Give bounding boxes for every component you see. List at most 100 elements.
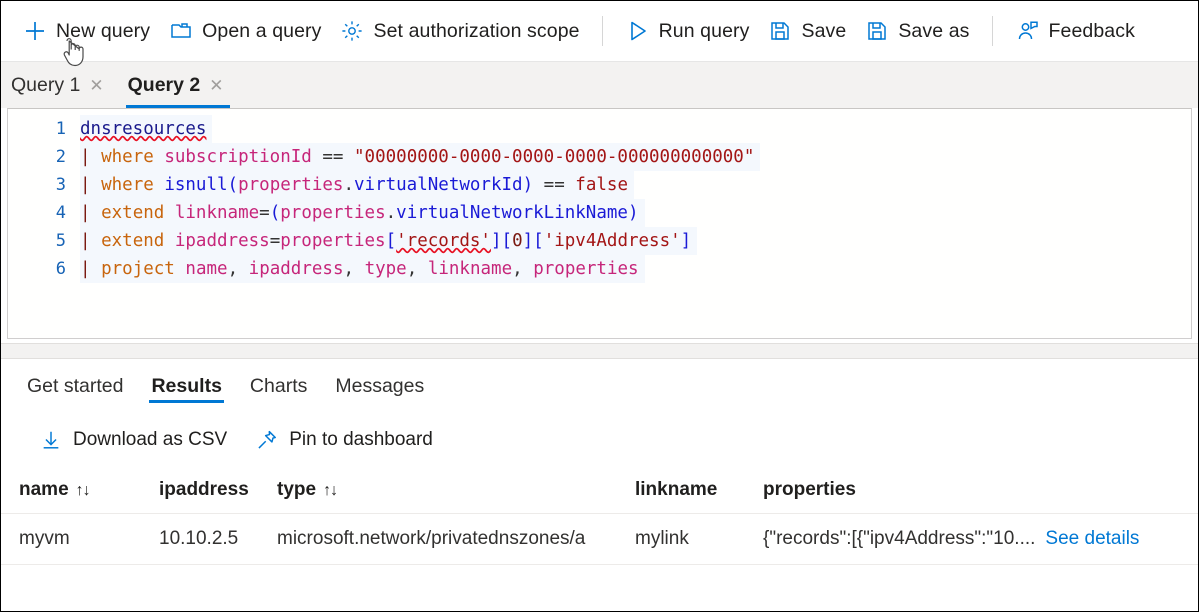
pin-to-dashboard-button[interactable]: Pin to dashboard: [255, 428, 433, 452]
save-as-label: Save as: [898, 19, 970, 42]
properties-json-preview: {"records":[{"ipv4Address":"10....: [763, 528, 1036, 549]
token-dot: .: [385, 203, 397, 223]
feedback-label: Feedback: [1048, 19, 1135, 42]
code-line: 4 | extend linkname=(properties.virtualN…: [8, 199, 1191, 227]
code-area[interactable]: 1 dnsresources 2 | where subscriptionId …: [8, 109, 1191, 283]
pin-to-dashboard-label: Pin to dashboard: [289, 429, 433, 450]
close-icon[interactable]: ✕: [209, 77, 223, 94]
token-comma: ,: [343, 259, 355, 279]
token-pipe: |: [80, 203, 91, 223]
line-number: 2: [55, 147, 66, 167]
token-pipe: |: [80, 231, 91, 251]
token-paren-close: ): [627, 203, 639, 223]
code-line: 6 | project name, ipaddress, type, linkn…: [8, 255, 1191, 283]
token-bracket-close: ]: [680, 231, 692, 251]
toolbar-divider-1: [601, 16, 603, 46]
code-line: 3 | where isnull(properties.virtualNetwo…: [8, 171, 1191, 199]
token-bracket-open: [: [533, 231, 544, 251]
open-a-query-button[interactable]: Open a query: [159, 12, 330, 50]
save-as-button[interactable]: Save as: [855, 12, 978, 50]
line-number: 3: [55, 175, 66, 195]
feedback-button[interactable]: Feedback: [1006, 12, 1144, 50]
cell-properties: {"records":[{"ipv4Address":"10.... See d…: [763, 513, 1198, 565]
code-line-text: | where isnull(properties.virtualNetwork…: [80, 171, 634, 199]
tab-charts[interactable]: Charts: [236, 359, 321, 413]
results-pane: Get started Results Charts Messages Down…: [1, 359, 1198, 565]
token-string-ipv4address: 'ipv4Address': [543, 231, 681, 251]
command-bar: New query Open a query Set authorization…: [1, 1, 1198, 67]
table-header-row: name ↑↓ ipaddress type ↑↓ linkname propert…: [1, 467, 1198, 514]
token-table-name: dnsresources: [80, 119, 207, 139]
query-tab-strip: Query 1 ✕ Query 2 ✕: [1, 62, 1198, 108]
download-as-csv-label: Download as CSV: [73, 429, 228, 450]
column-header-ipaddress[interactable]: ipaddress: [159, 467, 277, 514]
set-authorization-scope-button[interactable]: Set authorization scope: [330, 12, 588, 50]
column-label: name: [19, 479, 69, 500]
tab-get-started[interactable]: Get started: [13, 359, 137, 413]
azure-resource-graph-explorer: New query Open a query Set authorization…: [0, 0, 1199, 612]
save-button[interactable]: Save: [758, 12, 855, 50]
column-label: properties: [763, 479, 856, 500]
column-header-type[interactable]: type ↑↓: [277, 467, 635, 514]
column-header-name[interactable]: name ↑↓: [1, 467, 159, 514]
code-line-text: dnsresources: [80, 115, 213, 143]
results-tab-strip: Get started Results Charts Messages: [1, 359, 1198, 413]
toolbar-divider-2: [991, 16, 993, 46]
tab-results[interactable]: Results: [137, 359, 235, 413]
token-keyword-where: where: [101, 147, 154, 167]
query-tab-query-2[interactable]: Query 2 ✕: [118, 62, 238, 108]
token-pipe: |: [80, 259, 91, 279]
tab-label: Messages: [335, 374, 425, 397]
line-number: 5: [55, 231, 66, 251]
token-identifier: type: [364, 259, 407, 279]
plus-icon: [22, 18, 48, 44]
token-identifier: ipaddress: [248, 259, 344, 279]
tab-label: Charts: [249, 374, 308, 397]
line-number: 6: [55, 259, 66, 279]
column-label: linkname: [635, 479, 718, 500]
token-bracket-open: [: [501, 231, 513, 251]
token-string-records: 'records': [396, 231, 491, 251]
download-as-csv-button[interactable]: Download as CSV: [39, 428, 227, 452]
set-authorization-scope-label: Set authorization scope: [373, 19, 580, 42]
query-tab-query-1[interactable]: Query 1 ✕: [1, 62, 118, 108]
column-label: ipaddress: [159, 479, 249, 500]
column-header-properties[interactable]: properties: [763, 467, 1198, 514]
column-header-linkname[interactable]: linkname: [635, 467, 763, 514]
code-line-text: | where subscriptionId == "00000000-0000…: [80, 143, 761, 171]
token-identifier: properties: [238, 175, 344, 195]
code-line-text: | extend linkname=(properties.virtualNet…: [80, 199, 645, 227]
token-identifier: linkname: [174, 203, 260, 223]
see-details-link[interactable]: See details: [1045, 528, 1139, 550]
column-label: type: [277, 479, 317, 500]
token-dot: .: [343, 175, 354, 195]
new-query-button[interactable]: New query: [13, 12, 159, 50]
token-identifier: virtualNetworkLinkName: [396, 203, 628, 223]
token-boolean-false: false: [575, 175, 628, 195]
sort-icon[interactable]: ↑↓: [76, 482, 91, 500]
download-icon: [39, 428, 63, 452]
new-query-label: New query: [56, 19, 151, 42]
run-query-button[interactable]: Run query: [616, 12, 759, 50]
token-bracket-close: ]: [522, 231, 534, 251]
play-icon: [625, 18, 651, 44]
table-row[interactable]: myvm 10.10.2.5 microsoft.network/private…: [1, 513, 1198, 565]
query-editor[interactable]: 1 dnsresources 2 | where subscriptionId …: [7, 108, 1192, 339]
token-assign: =: [269, 231, 281, 251]
cell-ipaddress: 10.10.2.5: [159, 513, 277, 565]
tab-label: Get started: [27, 374, 124, 397]
close-icon[interactable]: ✕: [89, 77, 103, 94]
token-keyword-where: where: [101, 175, 154, 195]
token-assign: =: [259, 203, 270, 223]
results-table: name ↑↓ ipaddress type ↑↓ linkname propert…: [1, 467, 1198, 565]
cell-name: myvm: [1, 513, 159, 565]
code-line: 5 | extend ipaddress=properties['records…: [8, 227, 1191, 255]
token-string-guid: "00000000-0000-0000-0000-000000000000": [354, 147, 755, 167]
token-number: 0: [512, 231, 523, 251]
code-line: 1 dnsresources: [8, 115, 1191, 143]
token-comma: ,: [512, 259, 523, 279]
tab-messages[interactable]: Messages: [321, 359, 438, 413]
pane-splitter[interactable]: [1, 343, 1198, 359]
line-number: 1: [55, 119, 66, 139]
sort-icon[interactable]: ↑↓: [323, 482, 338, 500]
